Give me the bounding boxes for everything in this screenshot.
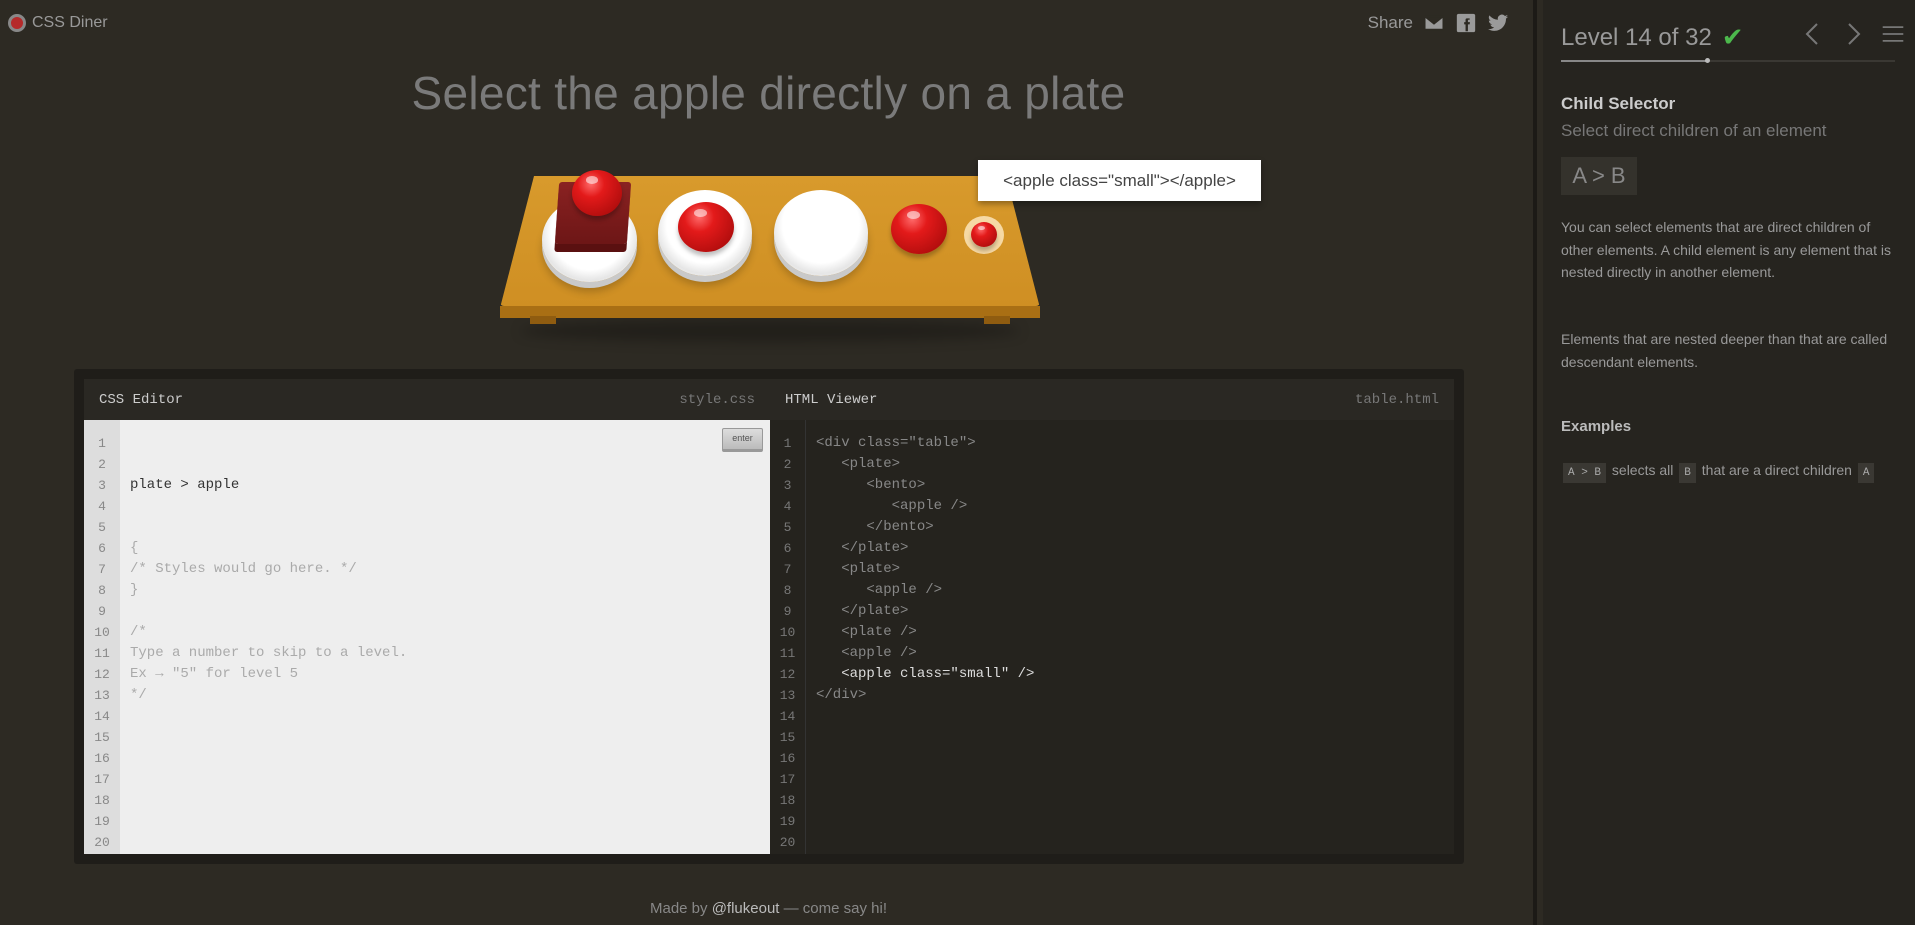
html-code-line[interactable]: <plate>	[816, 454, 1454, 475]
css-code-line: Ex → "5" for level 5	[130, 666, 299, 682]
html-code-line[interactable]: </plate>	[816, 601, 1454, 622]
dining-table	[500, 170, 1040, 342]
logo[interactable]: CSS Diner	[8, 14, 108, 32]
footer-suffix: — come say hi!	[779, 900, 887, 917]
css-selector-input[interactable]: plate > apple	[130, 475, 770, 496]
selector-description-extra: Elements that are nested deeper than tha…	[1561, 331, 1888, 370]
level-progress-bar	[1561, 58, 1895, 63]
check-icon: ✔	[1721, 22, 1744, 52]
css-code-line: }	[130, 582, 139, 598]
twitter-icon[interactable]	[1487, 12, 1509, 34]
apple[interactable]	[572, 170, 622, 216]
css-editor-title: CSS Editor	[99, 391, 184, 408]
example-code: B	[1679, 463, 1696, 483]
html-markup: <div class="table"> <plate> <bento> <app…	[806, 420, 1454, 854]
table-shadow	[520, 320, 1020, 342]
html-file-name: table.html	[1354, 391, 1439, 408]
css-editor-header: CSS Editor style.css	[84, 379, 770, 420]
html-viewer-title: HTML Viewer	[785, 391, 878, 408]
enter-button[interactable]: enter	[722, 428, 763, 452]
facebook-icon[interactable]	[1455, 12, 1477, 34]
footer: Made by @flukeout — come say hi!	[0, 900, 1537, 917]
apple[interactable]	[678, 202, 734, 252]
small-apple[interactable]	[971, 222, 997, 247]
css-code-line: {	[130, 540, 139, 556]
menu-icon[interactable]	[1881, 20, 1905, 48]
html-code-line[interactable]: </plate>	[816, 538, 1454, 559]
html-code-line[interactable]: <bento>	[816, 475, 1454, 496]
panel-divider	[1533, 0, 1537, 925]
example-code: A > B	[1563, 463, 1607, 483]
progress-fill	[1561, 60, 1708, 62]
css-file-name: style.css	[679, 391, 755, 408]
level-sidebar: Level 14 of 32 ✔ Child Selector Select d…	[1543, 0, 1915, 925]
html-code-line[interactable]: <apple />	[816, 580, 1454, 601]
next-level-icon[interactable]	[1841, 20, 1865, 48]
level-nav	[1801, 20, 1905, 48]
logo-icon	[8, 14, 26, 32]
selector-syntax: A > B	[1561, 157, 1637, 195]
css-comment-lines: { /* Styles would go here. */} /* Type a n…	[130, 538, 770, 706]
html-viewer-header: HTML Viewer table.html	[770, 379, 1454, 420]
css-editor-pane: CSS Editor style.css 1 2 3 4 5 6 7 8 9 1…	[84, 379, 770, 854]
level-instruction: Select the apple directly on a plate	[411, 67, 1126, 119]
example-text: selects all	[1611, 462, 1674, 478]
html-code-line[interactable]: <apple />	[816, 496, 1454, 517]
previous-level-icon[interactable]	[1801, 20, 1825, 48]
example-code: A	[1857, 463, 1875, 483]
selector-name: Child Selector	[1561, 94, 1676, 113]
plate[interactable]	[774, 190, 868, 276]
author-link[interactable]: @flukeout	[712, 900, 780, 917]
line-numbers: 1 2 3 4 5 6 7 8 9 10 11 12 13 14 15 16 1…	[770, 420, 806, 854]
examples-heading: Examples	[1561, 418, 1632, 435]
css-code-line: /* Styles would go here. */	[130, 561, 357, 577]
css-code-line: /*	[130, 624, 147, 640]
selector-description: You can select elements that are direct …	[1561, 219, 1891, 280]
footer-prefix: Made by	[649, 900, 712, 917]
css-code-line: Type a number to skip to a level.	[130, 645, 408, 661]
level-indicator: Level 14 of 32	[1561, 23, 1712, 51]
element-tooltip: <apple class="small"></apple>	[978, 160, 1261, 201]
html-code-line[interactable]: </bento>	[816, 517, 1454, 538]
game-area: CSS Diner Share Select the apple directl…	[0, 0, 1533, 925]
apple[interactable]	[891, 204, 947, 254]
table-leg	[984, 316, 1010, 324]
mail-icon[interactable]	[1423, 12, 1445, 34]
css-code-line	[130, 601, 770, 622]
code-editor: CSS Editor style.css 1 2 3 4 5 6 7 8 9 1…	[74, 369, 1464, 864]
share-bar: Share	[1368, 12, 1509, 34]
example: A > B selects all B that are a direct ch…	[1561, 457, 1899, 483]
share-label: Share	[1367, 13, 1413, 32]
css-code-area[interactable]: plate > apple { /* Styles would go here. …	[120, 420, 770, 854]
html-code-line[interactable]: </div>	[816, 685, 1454, 706]
html-code-line[interactable]: <apple />	[816, 643, 1454, 664]
html-code-line[interactable]: <apple class="small" />	[816, 664, 1454, 685]
html-code-line[interactable]: <plate>	[816, 559, 1454, 580]
html-code-line[interactable]: <plate />	[816, 622, 1454, 643]
html-code-line[interactable]: <div class="table">	[816, 433, 1454, 454]
progress-marker	[1705, 58, 1711, 63]
table-leg	[530, 316, 556, 324]
html-viewer-pane: HTML Viewer table.html 1 2 3 4 5 6 7 8 9…	[770, 379, 1454, 854]
example-text: that are a direct children	[1701, 462, 1852, 478]
level-header[interactable]: Level 14 of 32 ✔	[1561, 22, 1744, 53]
line-numbers: 1 2 3 4 5 6 7 8 9 10 11 12 13 14 15 16 1…	[84, 420, 120, 854]
table-edge	[500, 306, 1040, 318]
selector-title: Select direct children of an element	[1561, 121, 1827, 140]
css-code-line: */	[130, 687, 147, 703]
logo-text: CSS Diner	[32, 14, 108, 31]
